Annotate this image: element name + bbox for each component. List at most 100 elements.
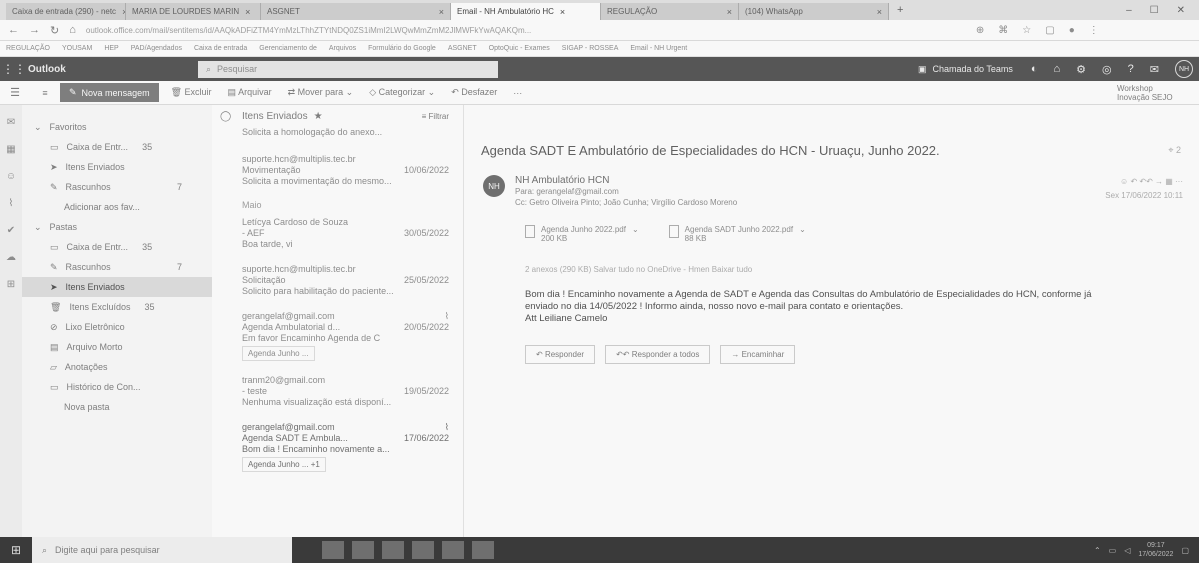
reply-button[interactable]: ↶ Responder — [525, 345, 596, 364]
list-item[interactable]: gerangelaf@gmail.com ⌇ Agenda Ambulatoria… — [212, 308, 463, 364]
bookmark[interactable]: ASGNET — [448, 45, 477, 52]
help-icon[interactable]: ? — [1128, 63, 1134, 75]
file-explorer-icon[interactable] — [382, 541, 404, 559]
teams-call-button[interactable]: ▣ Chamada do Teams — [918, 64, 1013, 75]
move-to-button[interactable]: ⇄ Mover para ⌄ — [288, 87, 354, 98]
collapse-icon[interactable]: ≡ — [30, 88, 60, 98]
avatar[interactable]: NH — [483, 175, 505, 197]
forward-button[interactable]: → Encaminhar — [720, 345, 796, 364]
bookmark[interactable]: Caixa de entrada — [194, 45, 247, 52]
tray-chevron-icon[interactable]: ⌃ — [1094, 546, 1101, 555]
list-item[interactable]: Letícya Cardoso de Souza - AEF 30/05/2022… — [212, 214, 463, 253]
network-icon[interactable]: ▭ — [1109, 546, 1117, 555]
extension-icon[interactable]: ⊕ — [976, 25, 984, 36]
attachment-card[interactable]: Agenda SADT Junho 2022.pdf 88 KB ⌄ — [668, 225, 806, 243]
archive-button[interactable]: ▤ Arquivar — [228, 87, 272, 98]
browser-tab[interactable]: MARIA DE LOURDES MARIN × — [126, 3, 261, 20]
sender-name[interactable]: NH Ambulatório HCN — [515, 175, 737, 186]
close-icon[interactable]: × — [439, 7, 444, 17]
windows-start-icon[interactable]: ⊞ — [0, 543, 32, 557]
bookmark[interactable]: PAD/Agendados — [131, 45, 182, 52]
list-item-preview-top[interactable]: Solicita a homologação do anexo... — [212, 127, 463, 141]
browser-tab[interactable]: REGULAÇÃO × — [601, 3, 739, 20]
folder-notes[interactable]: ▱ Anotações — [22, 357, 212, 377]
word-icon[interactable] — [412, 541, 434, 559]
workshop-reminder[interactable]: Workshop Inovação SEJO — [1117, 84, 1187, 102]
close-icon[interactable]: × — [877, 7, 882, 17]
new-tab-icon[interactable]: + — [897, 4, 903, 16]
back-icon[interactable]: ← — [8, 24, 19, 36]
delete-button[interactable]: 🗑 Excluir — [171, 87, 212, 98]
folder-inbox[interactable]: ▭ Caixa de Entr... 35 — [22, 237, 212, 257]
attachment-chip[interactable]: Agenda Junho ... +1 — [242, 457, 326, 472]
profile-icon[interactable]: ● — [1069, 25, 1075, 36]
browser-tab[interactable]: Caixa de entrada (290) - netc× — [6, 3, 126, 20]
avatar[interactable]: NH — [1175, 60, 1193, 78]
collections-icon[interactable]: ▢ — [1045, 25, 1054, 36]
folder-archive[interactable]: ▤ Arquivo Morto — [22, 337, 212, 357]
download-links[interactable]: 2 anexos (290 KB) Salvar tudo no OneDriv… — [525, 265, 752, 274]
new-folder-link[interactable]: Nova pasta — [22, 397, 212, 417]
close-icon[interactable]: × — [560, 7, 565, 17]
list-item[interactable]: suporte.hcn@multiplis.tec.br Solicitação… — [212, 261, 463, 300]
app-launcher-icon[interactable]: ⋮⋮ — [0, 62, 28, 76]
reply-all-button[interactable]: ↶↶ Responder a todos — [605, 345, 711, 364]
hamburger-icon[interactable]: ☰ — [0, 86, 30, 99]
menu-icon[interactable]: ⋮ — [1089, 25, 1099, 36]
new-message-button[interactable]: ✎ Nova mensagem — [60, 83, 159, 102]
clock[interactable]: 09:17 17/06/2022 — [1138, 541, 1173, 559]
list-item-selected[interactable]: gerangelaf@gmail.com ⌇ Agenda SADT E Ambu… — [212, 419, 463, 475]
filter-button[interactable]: ≡ Filtrar — [422, 112, 449, 121]
todo-icon[interactable]: ✔ — [7, 225, 15, 236]
volume-icon[interactable]: ◁ — [1124, 546, 1130, 555]
bookmark[interactable]: Arquivos — [329, 45, 356, 52]
tips-icon[interactable]: ◎ — [1102, 63, 1112, 76]
folder-sent[interactable]: ➤ Itens Enviados — [22, 277, 212, 297]
url-field[interactable]: outlook.office.com/mail/sentitems/id/AAQ… — [86, 26, 966, 35]
browser-tab[interactable]: (104) WhatsApp × — [739, 3, 889, 20]
bookmark[interactable]: OptoQuic - Exames — [489, 45, 550, 52]
folder-history[interactable]: ▭ Histórico de Con... — [22, 377, 212, 397]
notification-center-icon[interactable]: ▢ — [1181, 546, 1189, 555]
bookmark[interactable]: Gerenciamento de — [259, 45, 317, 52]
window-close-icon[interactable]: ✕ — [1177, 5, 1185, 16]
bookmark[interactable]: Email - NH Urgent — [630, 45, 687, 52]
settings-icon[interactable]: ⚙ — [1076, 63, 1086, 76]
favorites-header[interactable]: ⌄ Favoritos — [22, 117, 212, 137]
edge-icon[interactable] — [352, 541, 374, 559]
bookmark[interactable]: YOUSAM — [62, 45, 92, 52]
favorite-star-icon[interactable]: ☆ — [1022, 25, 1031, 36]
translate-icon[interactable]: ⌘ — [998, 25, 1008, 36]
favorite-star-icon[interactable]: ★ — [314, 111, 323, 122]
folders-header[interactable]: ⌄ Pastas — [22, 217, 212, 237]
folder-drafts[interactable]: ✎ Rascunhos 7 — [22, 257, 212, 277]
maximize-icon[interactable]: ☐ — [1150, 5, 1159, 16]
feedback-icon[interactable]: ✉ — [1150, 63, 1159, 76]
excel-icon[interactable] — [442, 541, 464, 559]
bookmark[interactable]: REGULAÇÃO — [6, 45, 50, 52]
home-icon[interactable]: ⌂ — [69, 24, 76, 36]
add-favorite-link[interactable]: Adicionar aos fav... — [22, 197, 212, 217]
reload-icon[interactable]: ↻ — [50, 24, 59, 37]
folder-drafts-fav[interactable]: ✎ Rascunhos 7 — [22, 177, 212, 197]
browser-tab-active[interactable]: Email - NH Ambulatório HC × — [451, 3, 601, 20]
attachment-chip[interactable]: Agenda Junho ... — [242, 346, 315, 361]
calendar-icon[interactable]: ▦ — [6, 144, 15, 155]
undo-button[interactable]: ↶ Desfazer — [451, 87, 497, 98]
onedrive-icon[interactable]: ☁ — [6, 252, 16, 263]
bookmark[interactable]: SIGAP - ROSSEA — [562, 45, 619, 52]
attachment-card[interactable]: Agenda Junho 2022.pdf 200 KB ⌄ — [525, 225, 639, 243]
forward-icon[interactable]: → — [29, 24, 40, 36]
bookmark[interactable]: Formulário do Google — [368, 45, 436, 52]
folder-inbox-fav[interactable]: ▭ Caixa de Entr... 35 — [22, 137, 212, 157]
browser-tab[interactable]: ASGNET × — [261, 3, 451, 20]
chevron-down-icon[interactable]: ⌄ — [799, 225, 806, 243]
pdf-reader-icon[interactable] — [472, 541, 494, 559]
search-input[interactable]: ⌕ Pesquisar — [198, 60, 498, 78]
bookmark[interactable]: HEP — [104, 45, 118, 52]
list-item[interactable]: suporte.hcn@multiplis.tec.br Movimentaçã… — [212, 151, 463, 190]
notifications-icon[interactable]: ⌂ — [1054, 63, 1061, 75]
people-icon[interactable]: ☺ — [6, 171, 16, 182]
apps-icon[interactable]: ⊞ — [7, 279, 15, 290]
taskbar-search-input[interactable]: ⌕ Digite aqui para pesquisar — [32, 537, 292, 563]
